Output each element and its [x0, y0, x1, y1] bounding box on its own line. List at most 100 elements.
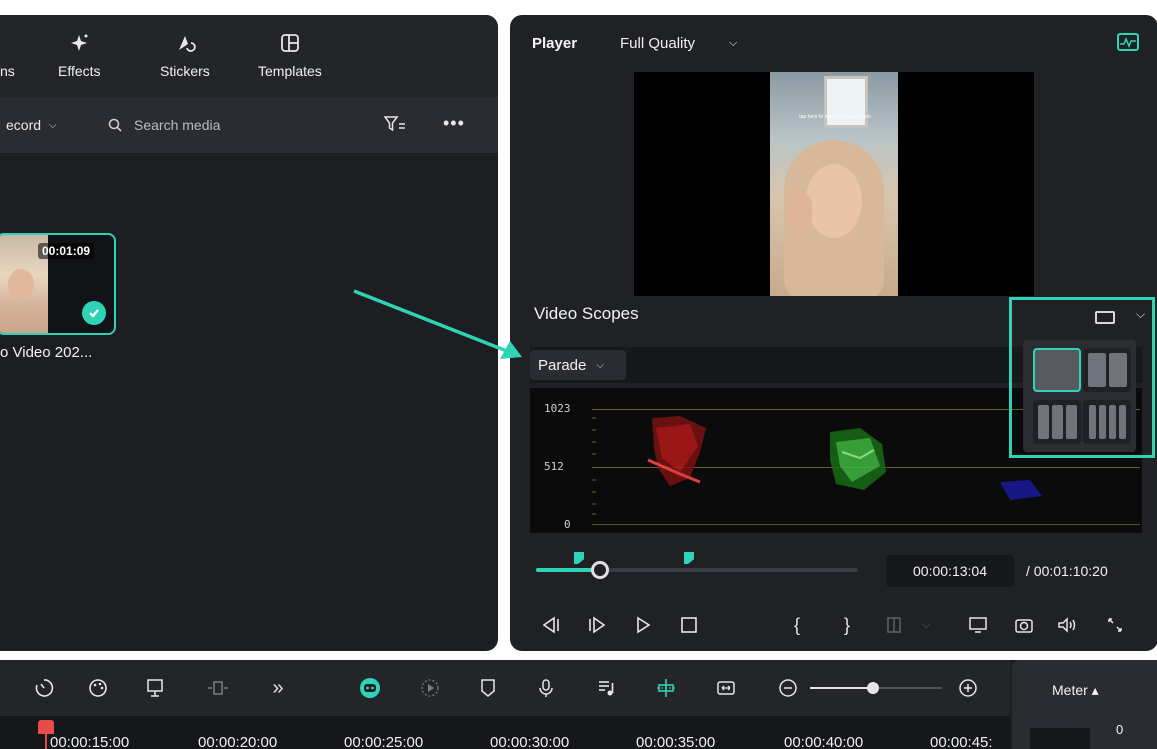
- layout-single-option[interactable]: [1033, 348, 1081, 392]
- ruler-label: 00:00:25:00: [344, 734, 424, 749]
- mark-out-button[interactable]: }: [844, 613, 850, 637]
- tab-elements[interactable]: ns: [0, 31, 15, 79]
- meter-toggle[interactable]: Meter ▴: [1052, 682, 1099, 699]
- speaker-icon: [1058, 617, 1076, 633]
- pointer-arrow-icon: [353, 289, 522, 359]
- snapshot-button[interactable]: [1014, 613, 1034, 637]
- media-search-row: ecord ⌵ Search media •••: [0, 97, 498, 153]
- volume-button[interactable]: [1056, 613, 1078, 637]
- shield-icon: [481, 679, 495, 697]
- color-button[interactable]: [86, 676, 110, 700]
- play-button[interactable]: [634, 613, 652, 637]
- total-time: / 00:01:10:20: [1026, 563, 1108, 579]
- freeze-frame-button[interactable]: [206, 676, 230, 700]
- ruler-label: 00:00:35:00: [636, 734, 716, 749]
- previous-frame-button[interactable]: [540, 613, 562, 637]
- chevron-down-icon: ⌵: [49, 119, 57, 131]
- ai-cut-button[interactable]: [654, 676, 678, 700]
- microphone-icon: [539, 679, 553, 697]
- music-list-icon: [599, 681, 614, 696]
- tab-templates-label: Templates: [258, 63, 322, 79]
- next-frame-button[interactable]: [586, 613, 608, 637]
- frame-icon: [208, 681, 228, 695]
- scope-mode-dropdown[interactable]: Parade ⌵: [530, 350, 626, 380]
- zoom-out-icon: [779, 679, 797, 697]
- more-options-button[interactable]: •••: [443, 113, 465, 134]
- expand-icon: [1108, 618, 1122, 632]
- quality-dropdown[interactable]: Full Quality ⌵: [620, 35, 737, 52]
- search-placeholder: Search media: [134, 117, 221, 133]
- meter-bar: [1030, 728, 1090, 749]
- tab-stickers[interactable]: Stickers: [160, 31, 210, 79]
- search-input[interactable]: Search media: [108, 111, 220, 139]
- video-frame: tap here to see the tutorial video: [770, 72, 898, 296]
- scope-layout-menu: [1023, 340, 1136, 452]
- stop-button[interactable]: [680, 613, 698, 637]
- template-icon: [258, 31, 322, 55]
- sticker-icon: [160, 31, 210, 55]
- mark-out-icon: }: [844, 614, 851, 635]
- layout-quad-option[interactable]: [1083, 400, 1131, 444]
- auto-reframe-button[interactable]: [144, 676, 168, 700]
- play-circle-icon: [421, 679, 439, 697]
- mark-in-button[interactable]: {: [794, 613, 800, 637]
- current-time[interactable]: 00:00:13:04: [886, 555, 1014, 587]
- layout-triple-option[interactable]: [1033, 400, 1081, 444]
- in-point-marker[interactable]: [574, 552, 584, 564]
- monitor-icon: [969, 617, 987, 633]
- clip-duration: 00:01:09: [38, 243, 95, 259]
- search-icon: [108, 118, 122, 132]
- scissors-icon: [657, 679, 675, 697]
- filter-button[interactable]: [383, 115, 406, 138]
- fit-timeline-button[interactable]: [714, 676, 738, 700]
- step-back-icon: [542, 616, 559, 634]
- ai-copilot-button[interactable]: [358, 676, 382, 700]
- video-preview[interactable]: tap here to see the tutorial video: [634, 72, 1034, 296]
- speed-icon: [35, 679, 54, 697]
- step-forward-icon: [589, 616, 606, 634]
- tab-effects[interactable]: Effects: [58, 31, 101, 79]
- sparkle-icon: [58, 31, 101, 55]
- voiceover-button[interactable]: [534, 676, 558, 700]
- more-tools-icon[interactable]: »: [266, 676, 290, 700]
- fullscreen-button[interactable]: [1106, 613, 1124, 637]
- meter-value: 0: [1116, 722, 1124, 737]
- audio-list-button[interactable]: [594, 676, 618, 700]
- chevron-down-icon[interactable]: ⌵: [922, 613, 930, 637]
- out-point-marker[interactable]: [684, 552, 694, 564]
- marker-button[interactable]: [476, 676, 500, 700]
- fit-width-icon: [717, 681, 735, 695]
- mark-in-icon: {: [794, 614, 801, 635]
- stop-icon: [681, 617, 697, 633]
- clip-name: o Video 202...: [0, 344, 93, 361]
- playhead-knob[interactable]: [591, 561, 609, 579]
- tab-templates[interactable]: Templates: [258, 31, 322, 79]
- player-label: Player: [532, 35, 578, 52]
- waveform-monitor-icon[interactable]: [1117, 33, 1139, 51]
- zoom-in-icon: [959, 679, 977, 697]
- video-caption: tap here to see the tutorial video: [799, 114, 871, 120]
- media-clip-thumbnail[interactable]: 00:01:09: [0, 233, 116, 335]
- play-icon: [637, 616, 651, 634]
- ruler-label: 00:00:30:00: [490, 734, 570, 749]
- presentation-icon: [147, 679, 163, 697]
- ruler-label: 00:00:20:00: [198, 734, 278, 749]
- speed-button[interactable]: [32, 676, 56, 700]
- render-preview-button[interactable]: [418, 676, 442, 700]
- ruler-label: 00:00:15:00: [50, 734, 130, 749]
- ruler-label: 00:00:40:00: [784, 734, 864, 749]
- camera-icon: [1015, 619, 1033, 633]
- timeline-playhead-line: [45, 730, 47, 749]
- tab-stickers-label: Stickers: [160, 63, 210, 79]
- record-dropdown-label: ecord: [6, 117, 42, 133]
- zoom-out-button[interactable]: [776, 676, 800, 700]
- zoom-in-button[interactable]: [956, 676, 980, 700]
- display-button[interactable]: [968, 613, 988, 637]
- split-icon: [887, 617, 901, 633]
- scope-mode-value: Parade: [538, 356, 587, 374]
- zoom-slider-knob[interactable]: [867, 682, 879, 694]
- layout-double-option[interactable]: [1083, 348, 1131, 392]
- record-dropdown[interactable]: ecord ⌵: [0, 111, 57, 139]
- split-button[interactable]: [886, 613, 902, 637]
- quality-value: Full Quality: [620, 35, 696, 52]
